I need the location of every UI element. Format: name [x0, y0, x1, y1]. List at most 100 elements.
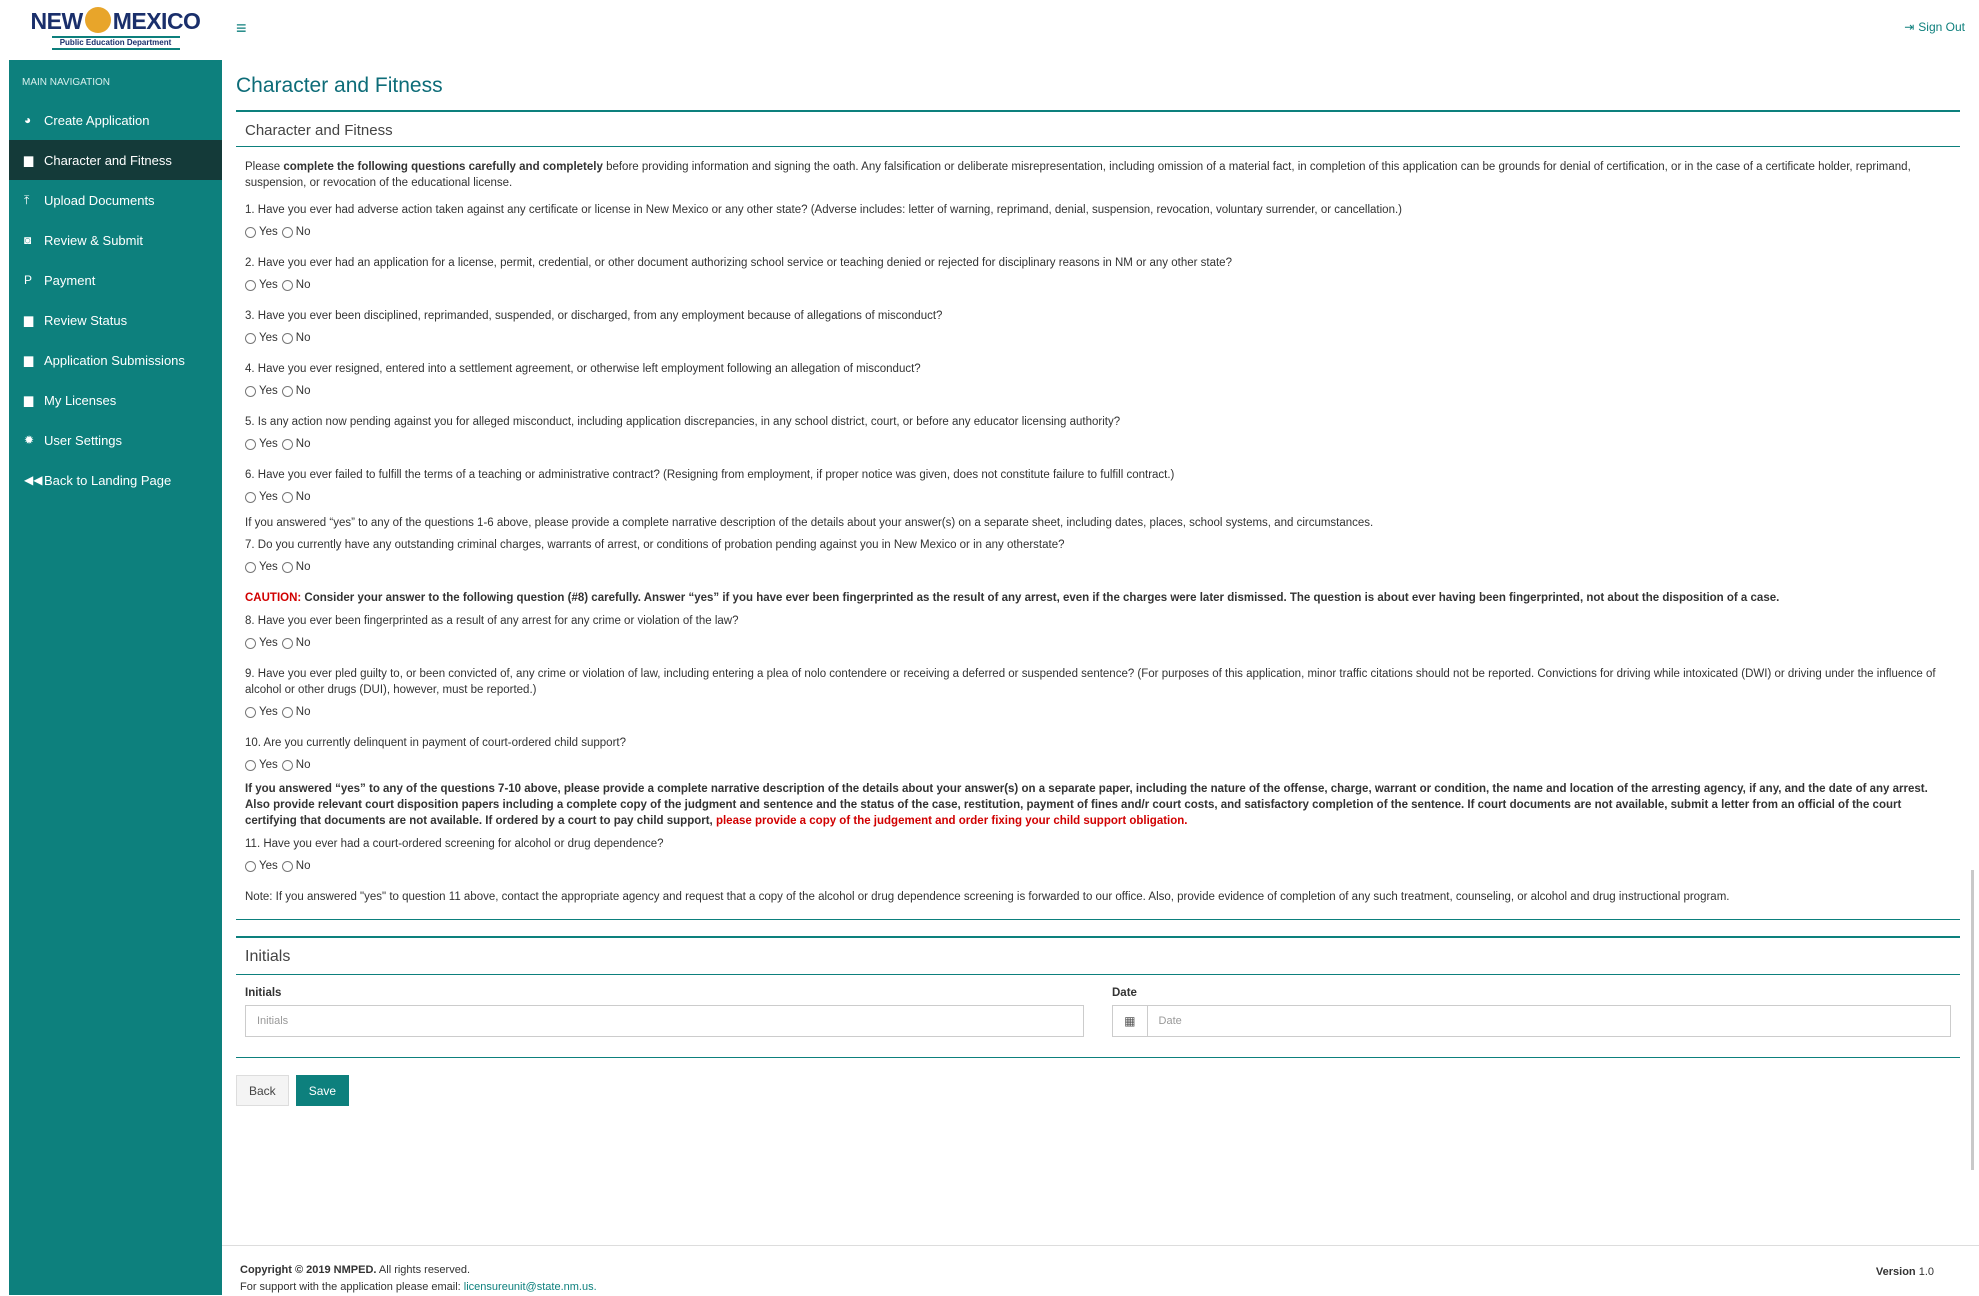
- sign-out-label: Sign Out: [1918, 20, 1965, 34]
- logo-text-left: NEW: [30, 8, 84, 34]
- sidebar-item-user-settings[interactable]: ✹ User Settings: [9, 420, 222, 460]
- q11-no-label[interactable]: No: [296, 858, 311, 874]
- q2-yes-label[interactable]: Yes: [259, 277, 278, 293]
- page-footer: Copyright © 2019 NMPED. All rights reser…: [222, 1245, 1979, 1295]
- sidebar-item-review-submit[interactable]: ◙ Review & Submit: [9, 220, 222, 260]
- q9-no-label[interactable]: No: [296, 704, 311, 720]
- folder-icon: ▆: [24, 393, 34, 407]
- hamburger-icon[interactable]: ≡: [236, 18, 247, 39]
- section-title: Character and Fitness: [236, 112, 1960, 147]
- q4-no-radio[interactable]: [281, 385, 293, 397]
- q11-no-radio[interactable]: [281, 860, 293, 872]
- q3-no-radio[interactable]: [281, 332, 293, 344]
- q4-no-label[interactable]: No: [296, 383, 311, 399]
- question-11-radios: Yes No: [245, 858, 1951, 874]
- sidebar-item-create-application[interactable]: ◕ Create Application: [9, 100, 222, 140]
- q7-yes-radio[interactable]: [245, 561, 256, 573]
- sidebar-item-application-submissions[interactable]: ▆ Application Submissions: [9, 340, 222, 380]
- date-input[interactable]: Date: [1146, 1005, 1951, 1037]
- q3-yes-label[interactable]: Yes: [259, 330, 278, 346]
- q5-yes-radio[interactable]: [245, 438, 256, 450]
- q4-yes-radio[interactable]: [245, 385, 256, 397]
- q10-yes-label[interactable]: Yes: [259, 757, 278, 773]
- q8-yes-label[interactable]: Yes: [259, 635, 278, 651]
- q10-no-label[interactable]: No: [296, 757, 311, 773]
- question-7: 7. Do you currently have any outstanding…: [245, 539, 1065, 551]
- q7-no-radio[interactable]: [281, 561, 293, 573]
- intro-pre: Please: [245, 161, 284, 173]
- rights-text: All rights reserved.: [376, 1264, 471, 1276]
- paypal-icon: P: [24, 273, 33, 287]
- sidebar-item-back-to-landing-page[interactable]: ◀◀ Back to Landing Page: [9, 460, 222, 500]
- camera-icon: ◙: [24, 233, 32, 247]
- note-question-11: Note: If you answered "yes" to question …: [245, 891, 1730, 903]
- q7-yes-label[interactable]: Yes: [259, 559, 278, 575]
- sidebar-item-my-licenses[interactable]: ▆ My Licenses: [9, 380, 222, 420]
- date-input-group: ▦ Date: [1112, 1005, 1951, 1037]
- q1-no-radio[interactable]: [281, 226, 293, 238]
- note-questions-1-6: If you answered “yes” to any of the ques…: [245, 517, 1374, 529]
- q9-yes-radio[interactable]: [245, 706, 256, 718]
- question-3-radios: Yes No: [245, 330, 1951, 346]
- initials-input[interactable]: Initials: [245, 1005, 1084, 1037]
- q8-no-label[interactable]: No: [296, 635, 311, 651]
- q1-no-label[interactable]: No: [296, 224, 311, 240]
- q6-no-radio[interactable]: [281, 491, 293, 503]
- main-navigation-header: MAIN NAVIGATION: [22, 77, 110, 88]
- q10-yes-radio[interactable]: [245, 759, 256, 771]
- version-info: Version 1.0: [1876, 1264, 1934, 1281]
- nm-ped-logo[interactable]: NEW MEXICO Public Education Department: [9, 6, 222, 56]
- sidebar-item-label: My Licenses: [44, 392, 117, 408]
- top-header: NEW MEXICO Public Education Department ≡ …: [0, 0, 1979, 60]
- question-8-radios: Yes No: [245, 635, 1951, 651]
- version-value: 1.0: [1915, 1266, 1934, 1278]
- intro-text: Please complete the following questions …: [245, 159, 1951, 191]
- q5-no-radio[interactable]: [281, 438, 293, 450]
- sidebar-item-upload-documents[interactable]: ⤒ Upload Documents: [9, 180, 222, 220]
- q11-yes-radio[interactable]: [245, 860, 256, 872]
- question-4-radios: Yes No: [245, 383, 1951, 399]
- q6-no-label[interactable]: No: [296, 489, 311, 505]
- question-2-radios: Yes No: [245, 277, 1951, 293]
- q5-no-label[interactable]: No: [296, 436, 311, 452]
- question-10: 10. Are you currently delinquent in paym…: [245, 737, 626, 749]
- q3-yes-radio[interactable]: [245, 332, 256, 344]
- back-button[interactable]: Back: [236, 1075, 289, 1106]
- sidebar-item-character-and-fitness[interactable]: ▆ Character and Fitness: [9, 140, 222, 180]
- sidebar-item-review-status[interactable]: ▆ Review Status: [9, 300, 222, 340]
- q6-yes-radio[interactable]: [245, 491, 256, 503]
- q9-no-radio[interactable]: [281, 706, 293, 718]
- q1-yes-label[interactable]: Yes: [259, 224, 278, 240]
- initials-group: Initials Initials: [245, 987, 1084, 1037]
- q10-no-radio[interactable]: [281, 759, 293, 771]
- q8-yes-radio[interactable]: [245, 637, 256, 649]
- calendar-icon[interactable]: ▦: [1112, 1005, 1147, 1037]
- sidebar-nav-list: ◕ Create Application ▆ Character and Fitnes…: [9, 100, 222, 500]
- sidebar-item-payment[interactable]: P Payment: [9, 260, 222, 300]
- q9-yes-label[interactable]: Yes: [259, 704, 278, 720]
- initials-label: Initials: [245, 987, 282, 999]
- question-10-radios: Yes No: [245, 757, 1951, 773]
- q4-yes-label[interactable]: Yes: [259, 383, 278, 399]
- q8-no-radio[interactable]: [281, 637, 293, 649]
- q7-no-label[interactable]: No: [296, 559, 311, 575]
- backward-icon: ◀◀: [24, 473, 43, 487]
- q11-yes-label[interactable]: Yes: [259, 858, 278, 874]
- sign-out-link[interactable]: ⇥ Sign Out: [1904, 20, 1965, 34]
- question-6: 6. Have you ever failed to fulfill the t…: [245, 469, 1175, 481]
- scrollbar-thumb[interactable]: [1971, 870, 1974, 1170]
- question-5-radios: Yes No: [245, 436, 1951, 452]
- sign-out-icon: ⇥: [1904, 20, 1915, 34]
- save-button[interactable]: Save: [295, 1075, 350, 1106]
- q3-no-label[interactable]: No: [296, 330, 311, 346]
- note-7-10-red: please provide a copy of the judgement a…: [715, 815, 1188, 827]
- gear-icon: ✹: [24, 433, 35, 447]
- q1-yes-radio[interactable]: [245, 226, 256, 238]
- q6-yes-label[interactable]: Yes: [259, 489, 278, 505]
- q2-no-label[interactable]: No: [296, 277, 311, 293]
- support-email-link[interactable]: licensureunit@state.nm.us.: [464, 1281, 597, 1293]
- q2-no-radio[interactable]: [281, 279, 293, 291]
- q5-yes-label[interactable]: Yes: [259, 436, 278, 452]
- q2-yes-radio[interactable]: [245, 279, 256, 291]
- folder-open-icon: ▆: [24, 313, 34, 327]
